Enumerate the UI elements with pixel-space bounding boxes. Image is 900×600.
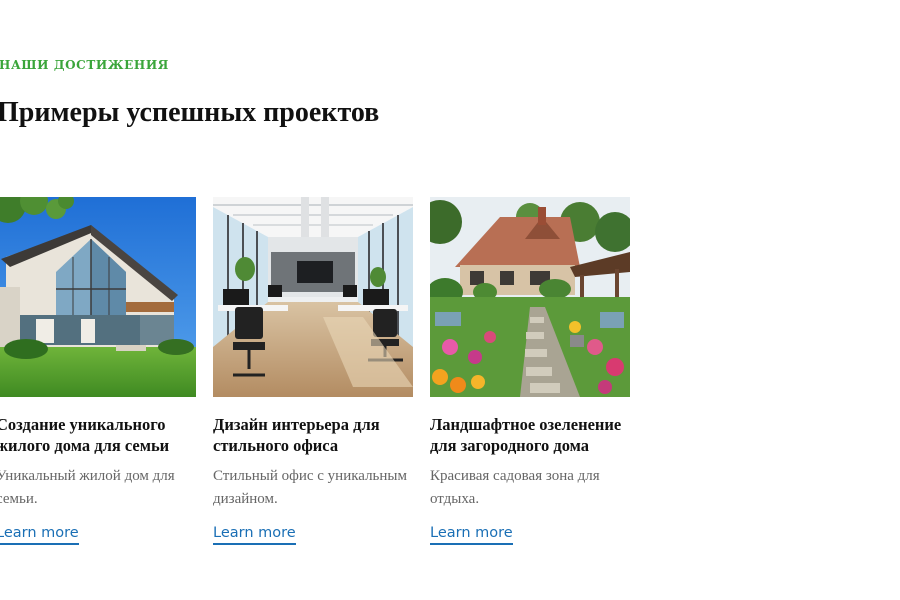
- card-description: Красивая садовая зона для отдыха.: [430, 468, 600, 507]
- project-image-garden[interactable]: [430, 197, 630, 397]
- section-title: Примеры успешных проектов: [0, 97, 380, 128]
- card-title: Создание уникального жилого дома для сем…: [0, 415, 170, 455]
- project-cards: Создание уникального жилого дома для сем…: [0, 197, 900, 557]
- card-title: Дизайн интерьера для стильного офиса: [213, 415, 380, 455]
- project-card: Создание уникального жилого дома для сем…: [0, 197, 196, 545]
- learn-more-link[interactable]: Learn more: [430, 524, 513, 545]
- learn-more-link[interactable]: Learn more: [213, 524, 296, 545]
- project-image-house[interactable]: [0, 197, 196, 397]
- section-eyebrow: НАШИ ДОСТИЖЕНИЯ: [0, 58, 169, 72]
- project-image-office[interactable]: [213, 197, 413, 397]
- project-card: Дизайн интерьера для стильного офиса Сти…: [213, 197, 413, 545]
- card-title: Ландшафтное озеленение для загородного д…: [430, 415, 622, 455]
- project-card: Ландшафтное озеленение для загородного д…: [430, 197, 630, 545]
- learn-more-link[interactable]: Learn more: [0, 524, 79, 545]
- card-description: Стильный офис с уникальным дизайном.: [213, 468, 407, 507]
- card-description: Уникальный жилой дом для семьи.: [0, 468, 175, 507]
- projects-section: НАШИ ДОСТИЖЕНИЯ Примеры успешных проекто…: [0, 0, 900, 600]
